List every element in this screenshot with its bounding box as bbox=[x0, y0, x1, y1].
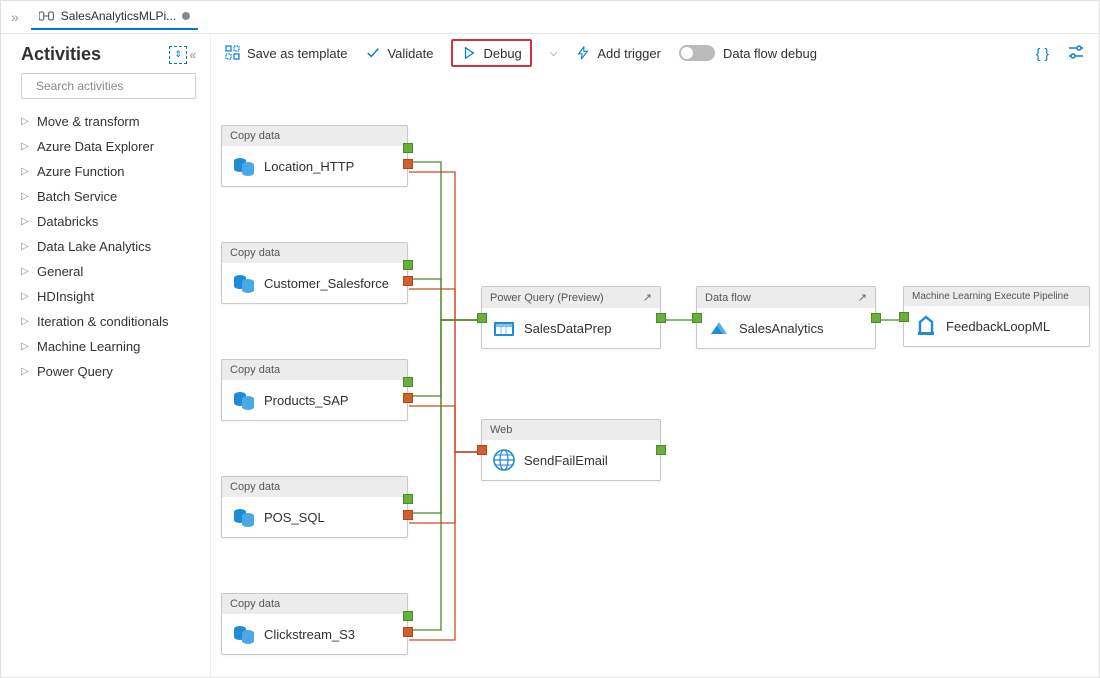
category-item[interactable]: ▷Move & transform bbox=[21, 109, 196, 134]
play-icon bbox=[461, 45, 477, 61]
search-input[interactable] bbox=[34, 78, 193, 94]
input-port[interactable] bbox=[477, 445, 487, 455]
copy-data-icon bbox=[232, 622, 256, 646]
success-port[interactable] bbox=[403, 494, 413, 504]
category-item[interactable]: ▷Databricks bbox=[21, 209, 196, 234]
success-port[interactable] bbox=[871, 313, 881, 323]
pipeline-toolbar: Save as template Validate Debug ⌵ Add tr… bbox=[211, 34, 1099, 72]
settings-icon[interactable] bbox=[1067, 44, 1085, 63]
expand-icon[interactable]: ↗ bbox=[643, 291, 652, 304]
toggle-switch-icon bbox=[679, 45, 715, 61]
collapse-panel-button[interactable]: ⇕ « bbox=[169, 46, 196, 64]
chevron-right-icon: ▷ bbox=[21, 241, 31, 252]
chevron-right-icon: ▷ bbox=[21, 291, 31, 302]
expand-icon[interactable]: ↗ bbox=[858, 291, 867, 304]
category-item[interactable]: ▷General bbox=[21, 259, 196, 284]
pipeline-tab[interactable]: SalesAnalyticsMLPi... bbox=[31, 4, 198, 30]
category-item[interactable]: ▷Data Lake Analytics bbox=[21, 234, 196, 259]
activity-node-copy[interactable]: Copy data Location_HTTP bbox=[221, 125, 408, 187]
validate-button[interactable]: Validate bbox=[365, 45, 433, 61]
failure-port[interactable] bbox=[403, 159, 413, 169]
activity-node-dataflow[interactable]: Data flow↗ SalesAnalytics bbox=[696, 286, 876, 349]
main-panel: Save as template Validate Debug ⌵ Add tr… bbox=[211, 34, 1099, 678]
input-port[interactable] bbox=[477, 313, 487, 323]
category-item[interactable]: ▷Batch Service bbox=[21, 184, 196, 209]
activity-node-powerquery[interactable]: Power Query (Preview)↗ SalesDataPrep bbox=[481, 286, 661, 349]
success-port[interactable] bbox=[403, 611, 413, 621]
activity-node-web[interactable]: Web SendFailEmail bbox=[481, 419, 661, 481]
expand-tabs-icon[interactable]: » bbox=[7, 9, 23, 25]
add-trigger-button[interactable]: Add trigger bbox=[575, 45, 661, 61]
globe-icon bbox=[492, 448, 516, 472]
failure-port[interactable] bbox=[403, 393, 413, 403]
app-window: » SalesAnalyticsMLPi... Activities ⇕ « ▷… bbox=[0, 0, 1100, 678]
ml-icon bbox=[914, 314, 938, 338]
copy-data-icon bbox=[232, 388, 256, 412]
category-list: ▷Move & transform ▷Azure Data Explorer ▷… bbox=[21, 109, 196, 384]
dataflow-debug-toggle[interactable]: Data flow debug bbox=[679, 45, 817, 61]
success-port[interactable] bbox=[656, 313, 666, 323]
powerquery-icon bbox=[492, 316, 516, 340]
activity-node-copy[interactable]: Copy data Customer_Salesforce bbox=[221, 242, 408, 304]
category-item[interactable]: ▷Azure Data Explorer bbox=[21, 134, 196, 159]
chevron-right-icon: ▷ bbox=[21, 116, 31, 127]
category-item[interactable]: ▷Machine Learning bbox=[21, 334, 196, 359]
activity-node-ml[interactable]: Machine Learning Execute Pipeline Feedba… bbox=[903, 286, 1090, 347]
input-port[interactable] bbox=[692, 313, 702, 323]
success-port[interactable] bbox=[403, 377, 413, 387]
unsaved-indicator-icon bbox=[182, 12, 190, 20]
chevron-right-icon: ▷ bbox=[21, 316, 31, 327]
search-activities[interactable] bbox=[21, 73, 196, 99]
copy-data-icon bbox=[232, 154, 256, 178]
save-as-template-button[interactable]: Save as template bbox=[225, 45, 347, 61]
debug-button-group: Debug bbox=[451, 39, 531, 67]
copy-data-icon bbox=[232, 271, 256, 295]
copy-data-icon bbox=[232, 505, 256, 529]
chevron-right-icon: ▷ bbox=[21, 366, 31, 377]
activity-node-copy[interactable]: Copy data Clickstream_S3 bbox=[221, 593, 408, 655]
failure-port[interactable] bbox=[403, 627, 413, 637]
category-item[interactable]: ▷HDInsight bbox=[21, 284, 196, 309]
chevron-right-icon: ▷ bbox=[21, 266, 31, 277]
tab-title: SalesAnalyticsMLPi... bbox=[61, 9, 176, 23]
code-view-button[interactable]: { } bbox=[1036, 45, 1049, 61]
template-icon bbox=[225, 45, 241, 61]
pipeline-canvas[interactable]: Copy data Location_HTTP Copy data Custom… bbox=[211, 72, 1099, 678]
debug-dropdown-chevron[interactable]: ⌵ bbox=[550, 48, 558, 59]
failure-port[interactable] bbox=[403, 276, 413, 286]
chevron-right-icon: ▷ bbox=[21, 191, 31, 202]
category-item[interactable]: ▷Power Query bbox=[21, 359, 196, 384]
failure-port[interactable] bbox=[403, 510, 413, 520]
activities-sidebar: Activities ⇕ « ▷Move & transform ▷Azure … bbox=[1, 34, 211, 678]
chevron-right-icon: ▷ bbox=[21, 341, 31, 352]
category-item[interactable]: ▷Iteration & conditionals bbox=[21, 309, 196, 334]
success-port[interactable] bbox=[403, 260, 413, 270]
chevron-right-icon: ▷ bbox=[21, 216, 31, 227]
check-icon bbox=[365, 45, 381, 61]
success-port[interactable] bbox=[656, 445, 666, 455]
activity-node-copy[interactable]: Copy data POS_SQL bbox=[221, 476, 408, 538]
sidebar-title: Activities bbox=[21, 44, 101, 65]
chevron-right-icon: ▷ bbox=[21, 141, 31, 152]
debug-button[interactable]: Debug bbox=[461, 45, 521, 61]
input-port[interactable] bbox=[899, 312, 909, 322]
category-item[interactable]: ▷Azure Function bbox=[21, 159, 196, 184]
tab-bar: » SalesAnalyticsMLPi... bbox=[1, 1, 1099, 34]
chevron-right-icon: ▷ bbox=[21, 166, 31, 177]
dataflow-icon bbox=[707, 316, 731, 340]
lightning-icon bbox=[575, 45, 591, 61]
activity-node-copy[interactable]: Copy data Products_SAP bbox=[221, 359, 408, 421]
success-port[interactable] bbox=[403, 143, 413, 153]
pipeline-icon bbox=[39, 9, 55, 23]
